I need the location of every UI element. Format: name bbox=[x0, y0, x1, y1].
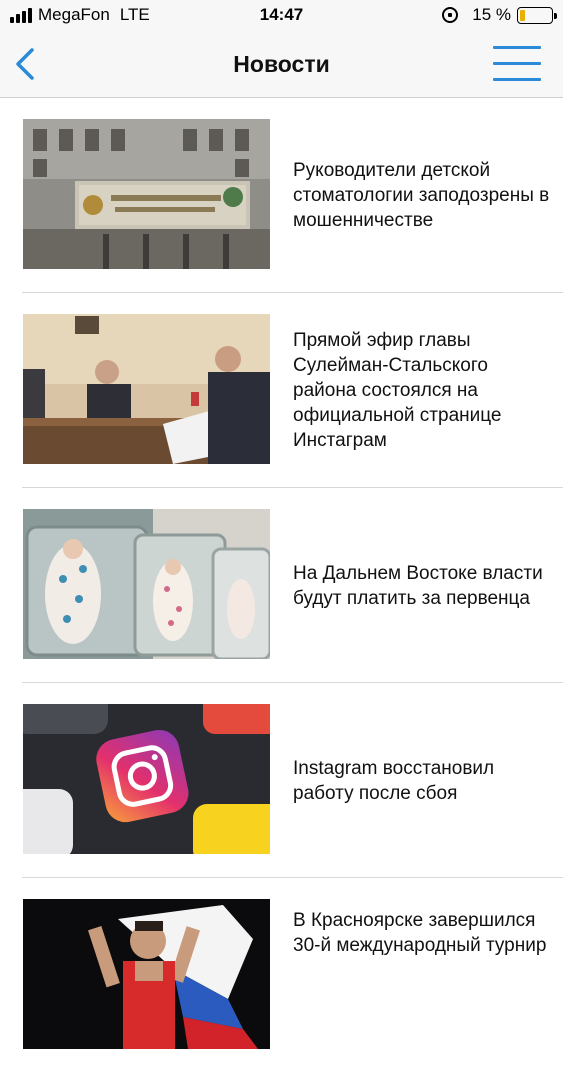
wrestler-with-flag-photo bbox=[23, 899, 270, 1049]
news-title: Instagram восстановил работу после сбоя bbox=[293, 757, 495, 804]
news-thumbnail bbox=[23, 314, 270, 464]
news-thumbnail bbox=[23, 704, 270, 854]
page-title: Новости bbox=[233, 51, 330, 77]
orientation-lock-icon bbox=[442, 7, 459, 23]
news-list: Руководители детской стоматологии заподо… bbox=[0, 98, 563, 1073]
instagram-app-icon-photo bbox=[23, 704, 270, 854]
news-title: На Дальнем Востоке власти будут платить … bbox=[293, 562, 543, 609]
battery-icon bbox=[517, 6, 557, 24]
hamburger-menu-icon[interactable] bbox=[493, 44, 541, 84]
news-item[interactable]: Прямой эфир главы Сулейман-Стальского ра… bbox=[22, 293, 563, 488]
news-thumbnail bbox=[23, 899, 270, 1049]
news-thumbnail bbox=[23, 509, 270, 659]
news-thumbnail bbox=[23, 119, 270, 269]
news-title: В Красноярске завершился 30-й международ… bbox=[293, 910, 547, 956]
prosecutor-building-photo bbox=[23, 119, 270, 269]
news-item[interactable]: На Дальнем Востоке власти будут платить … bbox=[22, 488, 563, 683]
news-item[interactable]: В Красноярске завершился 30-й международ… bbox=[22, 878, 563, 1073]
news-title: Руководители детской стоматологии заподо… bbox=[293, 160, 550, 231]
navigation-bar: Новости bbox=[0, 32, 563, 98]
officials-at-desk-photo bbox=[23, 314, 270, 464]
battery-percent: 15 % bbox=[472, 5, 511, 24]
news-item[interactable]: Instagram восстановил работу после сбоя bbox=[22, 683, 563, 878]
news-title: Прямой эфир главы Сулейман-Стальского ра… bbox=[293, 330, 502, 451]
status-bar: MegaFon LTE 14:47 15 % bbox=[0, 0, 563, 32]
news-item[interactable]: Руководители детской стоматологии заподо… bbox=[22, 98, 563, 293]
newborn-babies-photo bbox=[23, 509, 270, 659]
status-right: 15 % bbox=[442, 5, 557, 25]
battery-fill bbox=[520, 9, 525, 21]
